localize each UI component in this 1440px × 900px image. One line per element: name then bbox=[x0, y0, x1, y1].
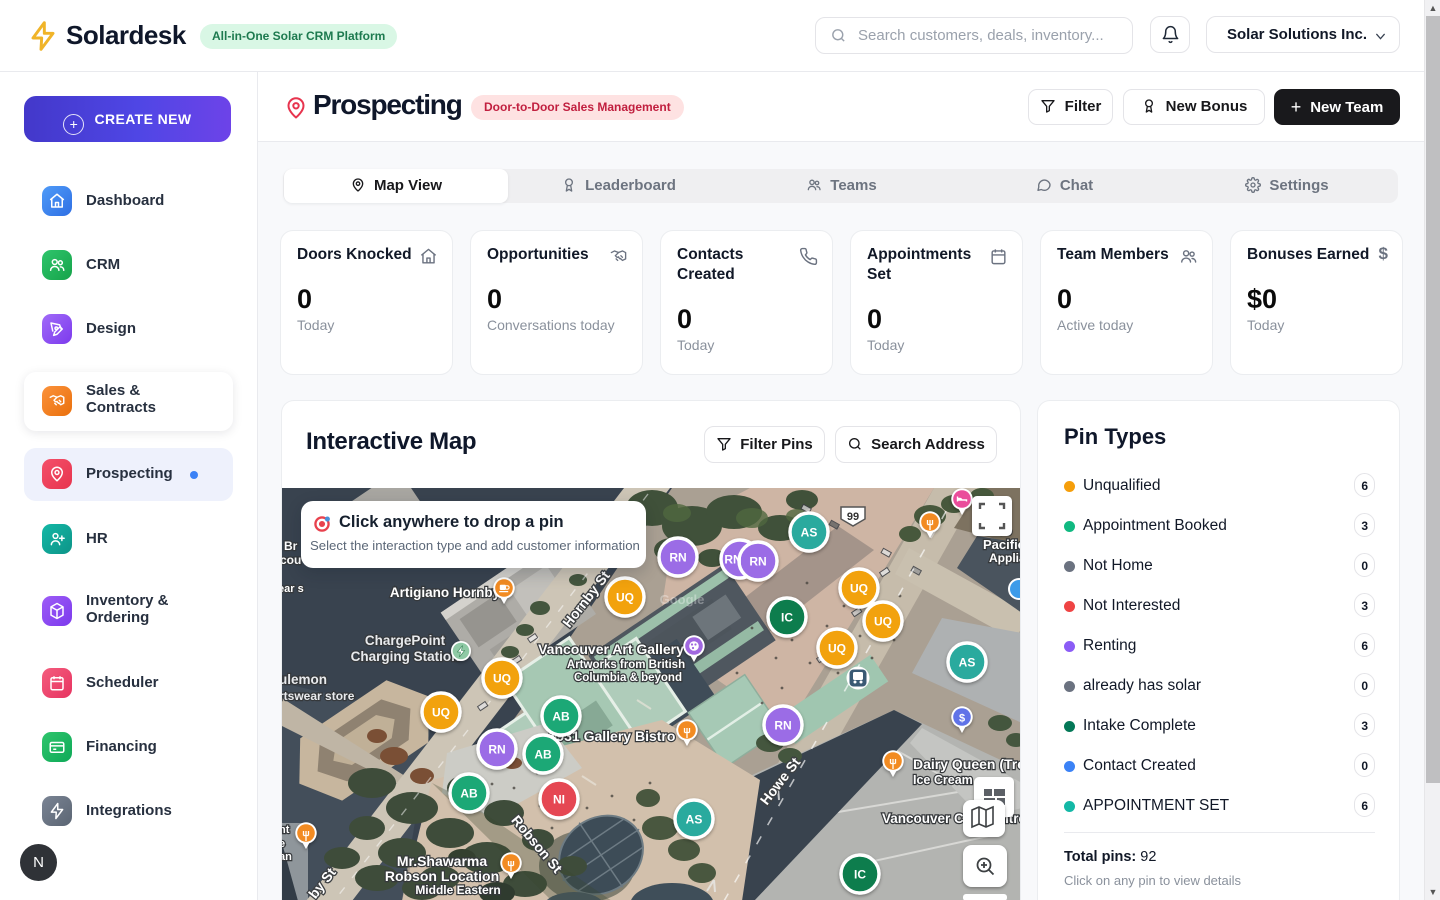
svg-text:cou: cou bbox=[282, 553, 301, 567]
svg-text:RN: RN bbox=[669, 551, 686, 565]
svg-text:AS: AS bbox=[686, 813, 703, 827]
svg-text:AB: AB bbox=[552, 710, 570, 724]
svg-text:RN: RN bbox=[724, 553, 741, 567]
svg-text:AS: AS bbox=[959, 656, 976, 670]
svg-text:RN: RN bbox=[774, 719, 791, 733]
svg-text:Columbia & beyond: Columbia & beyond bbox=[574, 672, 682, 684]
svg-text:an: an bbox=[282, 851, 292, 863]
svg-text:e: e bbox=[282, 838, 285, 850]
svg-text:UQ: UQ bbox=[432, 706, 450, 720]
svg-text:Dairy Queen (Treat: Dairy Queen (Treat bbox=[913, 756, 1021, 772]
svg-text:Ice Cream: Ice Cream bbox=[913, 773, 973, 787]
svg-text:UQ: UQ bbox=[828, 642, 846, 656]
svg-text:IC: IC bbox=[854, 868, 866, 882]
svg-text:RN: RN bbox=[488, 743, 505, 757]
svg-text:Pacific: Pacific bbox=[983, 537, 1021, 552]
svg-text:Charging Station: Charging Station bbox=[351, 649, 460, 664]
svg-text:UQ: UQ bbox=[616, 591, 634, 605]
svg-text:UQ: UQ bbox=[493, 672, 511, 686]
svg-text:AB: AB bbox=[460, 787, 478, 801]
svg-text:Google: Google bbox=[660, 592, 705, 607]
svg-text:Br: Br bbox=[284, 539, 298, 553]
svg-text:$: $ bbox=[959, 713, 965, 725]
svg-text:AB: AB bbox=[534, 748, 552, 762]
svg-text:UQ: UQ bbox=[850, 582, 868, 596]
svg-text:Middle Eastern: Middle Eastern bbox=[415, 883, 500, 897]
svg-text:Mr.Shawarma: Mr.Shawarma bbox=[397, 853, 487, 869]
svg-text:Robson Location: Robson Location bbox=[385, 868, 499, 884]
svg-text:IC: IC bbox=[781, 611, 793, 625]
svg-text:rtswear store: rtswear store bbox=[282, 689, 355, 703]
svg-text:nt: nt bbox=[282, 824, 290, 836]
svg-text:Vancouver Art Gallery: Vancouver Art Gallery bbox=[538, 641, 684, 657]
svg-text:Applia: Applia bbox=[989, 551, 1021, 565]
svg-text:Artworks from British: Artworks from British bbox=[567, 659, 685, 671]
svg-text:UQ: UQ bbox=[874, 615, 892, 629]
svg-text:AS: AS bbox=[801, 526, 818, 540]
svg-text:99: 99 bbox=[847, 511, 859, 523]
svg-text:ChargePoint: ChargePoint bbox=[365, 633, 446, 648]
svg-text:ulemon: ulemon bbox=[282, 672, 327, 687]
svg-text:Artigiano Hornby: Artigiano Hornby bbox=[390, 585, 501, 600]
svg-text:ear s: ear s bbox=[282, 583, 304, 595]
svg-text:NI: NI bbox=[553, 793, 565, 807]
svg-text:RN: RN bbox=[749, 555, 766, 569]
